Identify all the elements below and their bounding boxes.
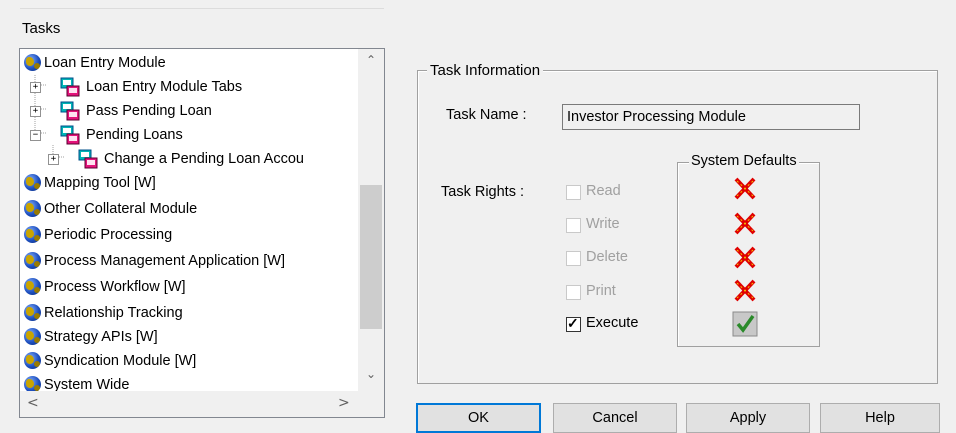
scroll-left-icon[interactable]: < <box>27 395 39 411</box>
globe-icon <box>24 304 41 321</box>
apply-button[interactable]: Apply <box>686 403 810 433</box>
globe-icon <box>24 200 41 217</box>
scroll-down-icon[interactable]: ⌄ <box>366 367 376 381</box>
expand-icon[interactable]: + <box>48 154 59 165</box>
help-button[interactable]: Help <box>820 403 940 433</box>
tree-viewport: Loan Entry Module + Loan Entry Module Tabs… <box>20 49 357 391</box>
task-name-label: Task Name : <box>446 107 527 123</box>
red-x-icon <box>732 278 758 304</box>
tree-item-label: Strategy APIs [W] <box>44 329 158 345</box>
task-information-label: Task Information <box>427 62 544 79</box>
tree-item-label: Relationship Tracking <box>44 305 183 321</box>
rights-checkbox[interactable] <box>566 218 581 233</box>
globe-icon <box>24 54 41 71</box>
red-x-icon <box>732 176 758 202</box>
rights-checkbox[interactable]: ✓ <box>566 315 581 332</box>
rights-checkbox-label: Execute <box>586 315 639 331</box>
scroll-up-icon[interactable]: ⌃ <box>366 53 376 67</box>
globe-icon <box>24 226 41 243</box>
expand-icon[interactable]: + <box>30 82 41 93</box>
scroll-right-icon[interactable]: > <box>338 395 350 411</box>
rights-checkbox[interactable] <box>566 185 581 200</box>
tree-item-label: Change a Pending Loan Accou <box>104 151 304 167</box>
tree-item-label: Loan Entry Module Tabs <box>86 79 243 95</box>
scroll-corner <box>358 391 384 417</box>
tree-item-label: Periodic Processing <box>44 227 173 243</box>
tree-item-label: Process Workflow [W] <box>44 279 186 295</box>
ok-button[interactable]: OK <box>416 403 541 433</box>
expand-icon[interactable]: + <box>30 106 41 117</box>
top-divider <box>20 0 384 9</box>
tree-item-label: System Wide <box>44 377 130 391</box>
tree-item-label: Pending Loans <box>86 127 183 143</box>
task-tree[interactable]: Loan Entry Module + Loan Entry Module Tabs… <box>19 48 385 418</box>
tree-item-label: Other Collateral Module <box>44 201 198 217</box>
globe-icon <box>24 352 41 369</box>
globe-icon <box>24 376 41 391</box>
module-icon <box>60 125 80 145</box>
tree-item-label: Process Management Application [W] <box>44 253 285 269</box>
rights-checkbox[interactable] <box>566 251 581 266</box>
globe-icon <box>24 174 41 191</box>
red-x-icon <box>732 245 758 271</box>
tree-item-label: Loan Entry Module <box>44 55 166 71</box>
task-name-field[interactable] <box>562 104 860 130</box>
rights-checkbox-label: Delete <box>586 249 628 265</box>
rights-checkbox[interactable] <box>566 285 581 300</box>
red-x-icon <box>732 211 758 237</box>
tree-item-label: Mapping Tool [W] <box>44 175 156 191</box>
cancel-button[interactable]: Cancel <box>553 403 677 433</box>
module-icon <box>60 101 80 121</box>
vertical-scroll-thumb[interactable] <box>360 185 382 329</box>
tasks-label: Tasks <box>22 20 61 37</box>
vertical-scrollbar[interactable]: ⌃ ⌄ <box>358 49 384 391</box>
system-defaults-label: System Defaults <box>689 153 799 169</box>
horizontal-scrollbar[interactable]: < > <box>20 391 358 417</box>
globe-icon <box>24 252 41 269</box>
green-check-icon <box>732 311 758 337</box>
globe-icon <box>24 328 41 345</box>
collapse-icon[interactable]: − <box>30 130 41 141</box>
tree-item-label: Pass Pending Loan <box>86 103 212 119</box>
task-rights-label: Task Rights : <box>441 184 524 200</box>
module-icon <box>60 77 80 97</box>
module-icon <box>78 149 98 169</box>
checkmark-icon: ✓ <box>567 315 579 331</box>
rights-checkbox-label: Write <box>586 216 620 232</box>
tree-item-label: Syndication Module [W] <box>44 353 197 369</box>
globe-icon <box>24 278 41 295</box>
rights-checkbox-label: Print <box>586 283 616 299</box>
rights-checkbox-label: Read <box>586 183 621 199</box>
